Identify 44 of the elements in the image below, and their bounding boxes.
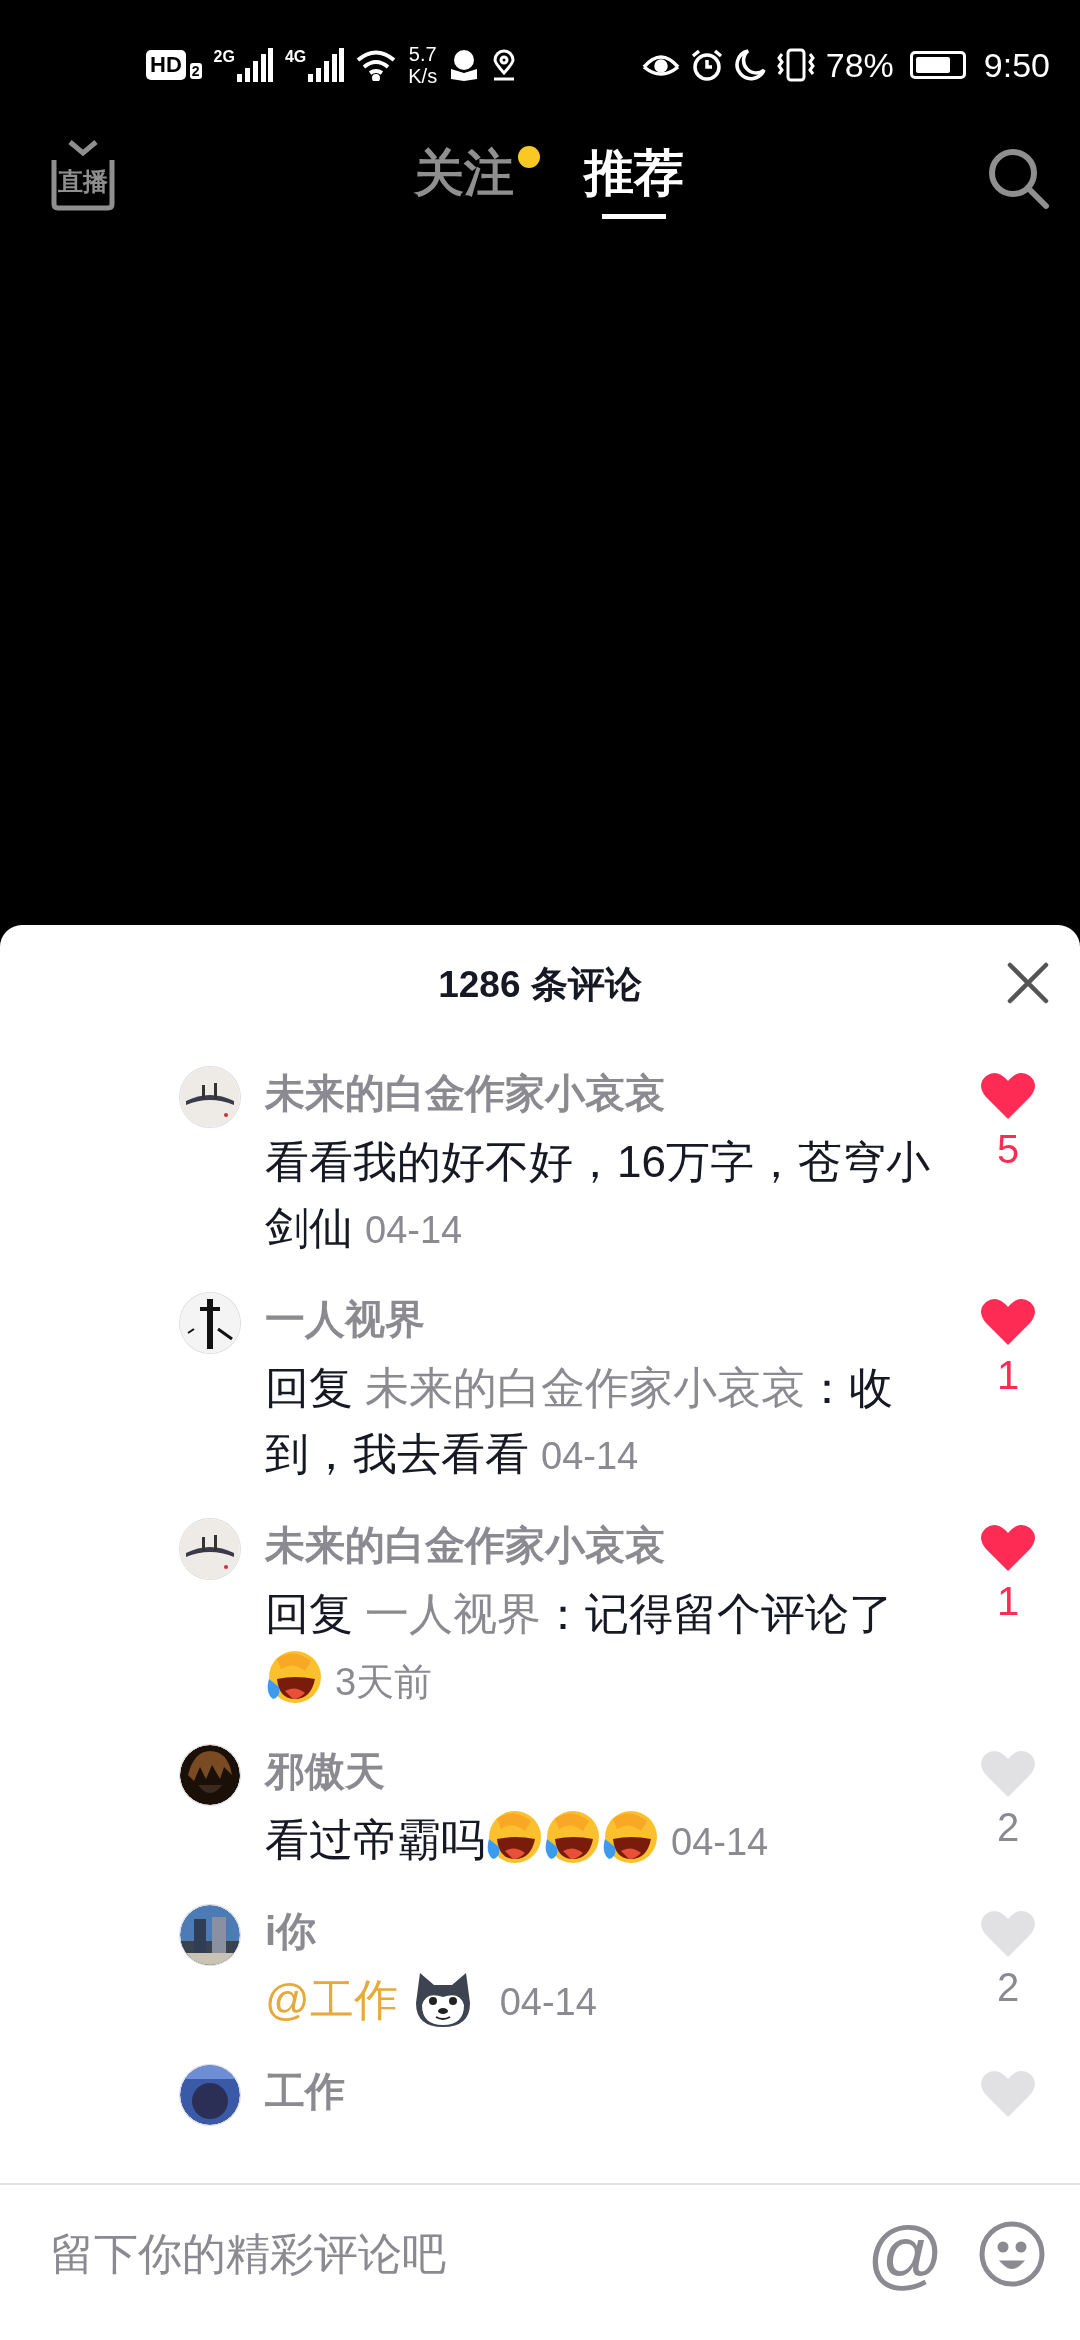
vibrate-icon <box>775 48 816 82</box>
comment-text: 看看我的好不好，16万字，苍穹小剑仙 04-14 <box>265 1136 931 1254</box>
user-name: i你 <box>265 1908 317 1955</box>
comment-text: 回复 一人视界：记得留个评论了 3天前 <box>265 1581 938 1715</box>
like-count: 2 <box>996 1965 1020 2010</box>
user-name: 未来的白金作家小哀哀 <box>265 1522 665 1569</box>
reading-person-icon <box>449 49 480 81</box>
comment-text: 看过帝霸吗 04-14 <box>265 1807 938 1875</box>
search-button[interactable] <box>986 146 1050 210</box>
battery-percent: 78% <box>825 45 894 85</box>
battery-icon <box>909 51 966 79</box>
speed-unit: K/s <box>408 65 438 87</box>
heart-icon[interactable] <box>980 1523 1036 1573</box>
like-count: 5 <box>996 1127 1020 1172</box>
like-count: 2 <box>996 1805 1020 1850</box>
emoji-button[interactable] <box>978 2219 1046 2288</box>
alarm-icon <box>689 48 724 82</box>
wifi-icon <box>356 49 397 81</box>
moon-icon <box>733 48 766 82</box>
comment-text: 回复 未来的白金作家小哀哀：收到，我去看看 04-14 <box>265 1362 895 1480</box>
network-type: 2G <box>213 48 235 66</box>
mention-button[interactable]: @ <box>866 2213 944 2294</box>
like-count: 1 <box>996 1353 1020 1398</box>
heart-icon[interactable] <box>980 1071 1036 1121</box>
signal-icon <box>308 48 345 82</box>
like-count: 1 <box>996 1579 1020 1624</box>
user-name: 工作 <box>265 2068 345 2115</box>
hd-badge: HD <box>146 50 186 80</box>
network-type: 4G <box>284 48 307 66</box>
user-name: 未来的白金作家小哀哀 <box>265 1070 665 1117</box>
user-name: 邪傲天 <box>265 1748 385 1795</box>
comments-title: 1286 条评论 <box>438 963 642 1007</box>
sim-number: 2 <box>189 63 202 79</box>
nav-tab[interactable]: 关注 <box>414 140 514 225</box>
signal-icon <box>236 48 273 82</box>
heart-icon[interactable] <box>980 1297 1036 1347</box>
live-button[interactable]: 直播 <box>50 138 116 212</box>
speed-value: 5.7 <box>408 43 437 65</box>
comment-text: @工作 04-14 <box>265 1967 938 2035</box>
user-name: 一人视界 <box>265 1296 425 1343</box>
close-button[interactable] <box>1006 961 1050 1005</box>
comment-input-field[interactable]: 留下你的精彩评论吧 <box>50 2228 833 2279</box>
clock-time: 9:50 <box>983 45 1050 85</box>
nav-tab[interactable]: 推荐 <box>584 140 684 225</box>
